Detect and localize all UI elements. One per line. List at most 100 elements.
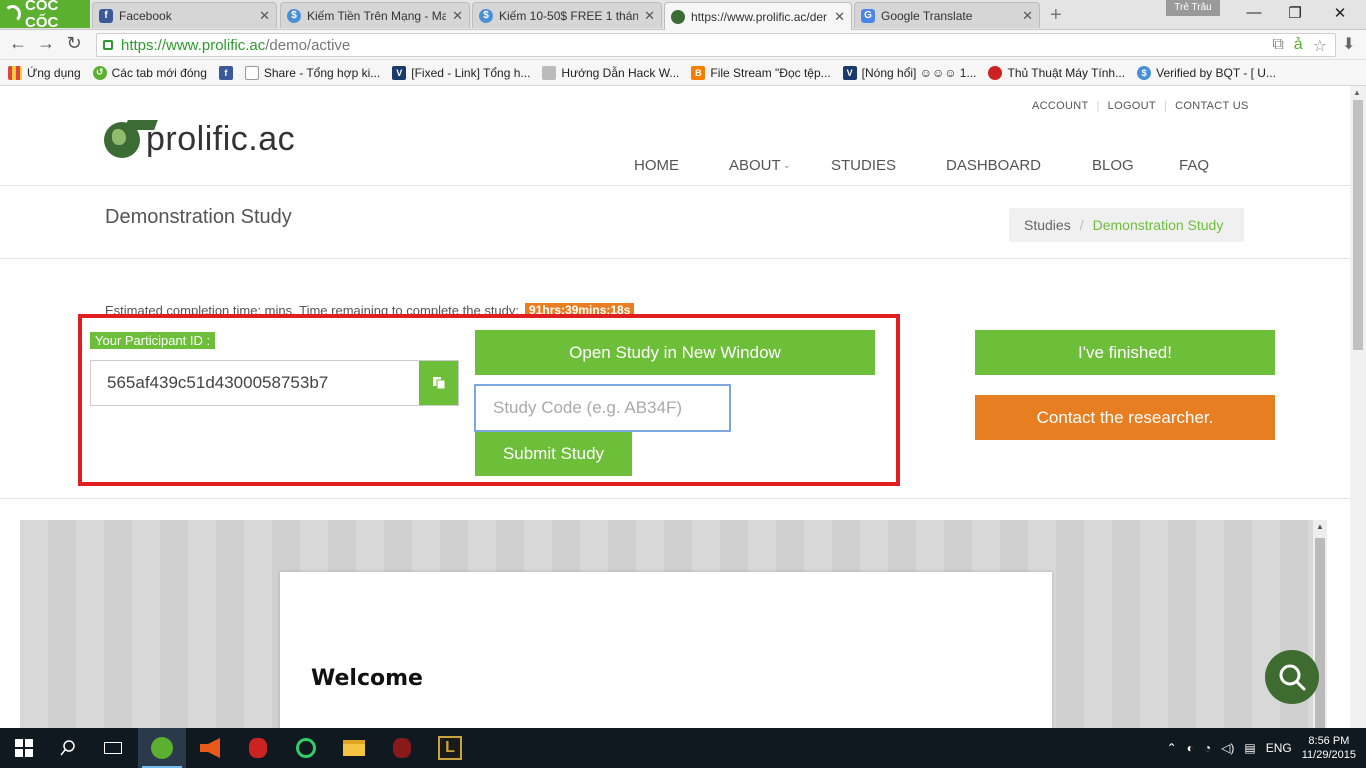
wifi-icon[interactable]: ◔ <box>1204 741 1211 755</box>
nav-studies[interactable]: STUDIES <box>831 157 946 174</box>
start-button[interactable] <box>0 728 48 768</box>
back-arrow-icon[interactable]: ← <box>8 33 28 54</box>
bookmark-label: File Stream "Đọc tệp... <box>710 65 831 80</box>
nav-faq[interactable]: FAQ <box>1179 157 1209 174</box>
minimize-icon[interactable]: — <box>1244 4 1264 21</box>
forward-arrow-icon[interactable]: → <box>36 33 56 54</box>
bookmark-closed-tabs[interactable]: ↺ Các tab mới đóng <box>92 65 207 80</box>
bookmark-facebook[interactable]: f <box>218 65 233 80</box>
network-icon[interactable]: ◐ <box>1187 741 1194 755</box>
breadcrumb-studies[interactable]: Studies <box>1024 217 1071 233</box>
bookmark-file-stream[interactable]: B File Stream "Đọc tệp... <box>691 65 831 80</box>
tab-prolific[interactable]: https://www.prolific.ac/der ✕ <box>664 2 852 30</box>
bookmark-nong-hoi[interactable]: V [Nóng hổi] ☺☺☺ 1... <box>842 65 976 80</box>
game2-taskbar-app[interactable] <box>378 728 426 768</box>
bookmark-apps[interactable]: Ứng dụng <box>8 65 81 80</box>
logout-link[interactable]: LOGOUT <box>1108 100 1156 112</box>
windows-logo-icon <box>15 739 33 757</box>
reload-icon[interactable]: ↻ <box>64 33 84 54</box>
logo-text: prolific.ac <box>146 120 296 158</box>
nav-about[interactable]: ABOUT <box>729 157 783 174</box>
notification-icon[interactable]: ▤ <box>1244 741 1255 755</box>
tab-kiem-10-50[interactable]: $ Kiếm 10-50$ FREE 1 tháng ✕ <box>472 2 662 28</box>
url-host: https://www.prolific.ac <box>121 36 266 54</box>
browser-brand-label: CỐC CỐC <box>25 0 59 31</box>
frame-scrollbar[interactable]: ▲ <box>1313 520 1327 728</box>
web-page: ACCOUNT | LOGOUT | CONTACT US prolific.a… <box>0 86 1350 728</box>
tab-title: Kiếm 10-50$ FREE 1 tháng <box>499 8 639 23</box>
bookmark-thu-thuat[interactable]: Thủ Thuật Máy Tính... <box>988 65 1126 80</box>
tab-title: Google Translate <box>881 8 973 23</box>
close-tab-icon[interactable]: ✕ <box>1022 8 1033 24</box>
window-close-icon[interactable]: ✕ <box>1330 4 1350 22</box>
bookmark-star-icon[interactable]: ☆ <box>1313 36 1327 56</box>
copy-icon <box>432 377 445 390</box>
nav-blog[interactable]: BLOG <box>1092 157 1179 174</box>
facebook-icon: f <box>99 8 113 23</box>
contact-researcher-button[interactable]: Contact the researcher. <box>975 395 1275 440</box>
search-taskbar-button[interactable] <box>48 728 88 768</box>
vietnamese-input-icon[interactable]: ả <box>1294 36 1303 56</box>
bookmark-verified[interactable]: $ Verified by BQT - [ U... <box>1137 65 1276 80</box>
frame-scroll-thumb[interactable] <box>1315 538 1325 728</box>
character-app-icon <box>249 738 267 758</box>
close-tab-icon[interactable]: ✕ <box>259 8 270 24</box>
scroll-up-icon[interactable]: ▲ <box>1353 88 1361 97</box>
explorer-taskbar-app[interactable] <box>330 728 378 768</box>
close-tab-icon[interactable]: ✕ <box>452 8 463 24</box>
search-icon <box>60 740 75 756</box>
account-link[interactable]: ACCOUNT <box>1032 100 1089 112</box>
maximize-icon[interactable]: ❐ <box>1285 4 1305 22</box>
top-links: ACCOUNT | LOGOUT | CONTACT US <box>1032 100 1249 112</box>
chevron-up-icon[interactable]: ⌃ <box>1167 741 1177 755</box>
clock[interactable]: 8:56 PM 11/29/2015 <box>1302 734 1356 762</box>
translate-page-icon[interactable]: ⧉ <box>1272 36 1283 56</box>
prolific-favicon-icon <box>671 9 685 24</box>
search-icon <box>1279 664 1306 691</box>
media-taskbar-app[interactable] <box>186 728 234 768</box>
league-icon: L <box>438 736 462 760</box>
bookmark-fixed-link[interactable]: V [Fixed - Link] Tổng h... <box>392 65 530 80</box>
participant-id-value[interactable]: 565af439c51d4300058753b7 <box>91 361 419 405</box>
study-code-input[interactable] <box>474 384 731 432</box>
breadcrumb-separator: / <box>1079 217 1084 233</box>
language-indicator[interactable]: ENG <box>1266 741 1292 755</box>
task-view-button[interactable] <box>88 728 138 768</box>
task-view-icon <box>104 742 122 754</box>
page-scroll-thumb[interactable] <box>1353 100 1363 350</box>
download-icon[interactable]: ⬇ <box>1342 34 1355 54</box>
tab-facebook[interactable]: f Facebook ✕ <box>92 2 277 28</box>
volume-icon[interactable]: ◁) <box>1221 741 1234 755</box>
search-fab-button[interactable] <box>1265 650 1319 704</box>
coccoc-taskbar-app[interactable] <box>138 728 186 768</box>
page-scrollbar[interactable]: ▲ <box>1350 86 1366 728</box>
folder-icon <box>343 740 365 756</box>
submit-study-button[interactable]: Submit Study <box>475 432 632 476</box>
dollar-site-icon: $ <box>1137 65 1152 80</box>
close-tab-icon[interactable]: ✕ <box>834 9 845 25</box>
divider <box>0 185 1350 186</box>
bookmark-share[interactable]: Share - Tổng hợp ki... <box>244 65 380 80</box>
bookmark-huong-dan[interactable]: Hướng Dẫn Hack W... <box>542 65 679 80</box>
copy-button[interactable] <box>419 361 458 405</box>
finished-button[interactable]: I've finished! <box>975 330 1275 375</box>
contact-us-link[interactable]: CONTACT US <box>1175 100 1249 112</box>
profile-badge[interactable]: Trẻ Trâu <box>1166 0 1220 16</box>
game-taskbar-app[interactable] <box>234 728 282 768</box>
open-study-button[interactable]: Open Study in New Window <box>475 330 875 375</box>
league-taskbar-app[interactable]: L <box>426 728 474 768</box>
bookmark-label: Thủ Thuật Máy Tính... <box>1007 65 1126 80</box>
address-bar[interactable]: https://www.prolific.ac /demo/active ⧉ ả… <box>96 33 1336 57</box>
tab-kiem-tien[interactable]: $ Kiếm Tiền Trên Mạng - Ma ✕ <box>280 2 470 28</box>
tab-title: Facebook <box>119 8 172 23</box>
tab-google-translate[interactable]: G Google Translate ✕ <box>854 2 1040 28</box>
prolific-logo[interactable]: prolific.ac <box>104 106 295 159</box>
browser2-taskbar-app[interactable] <box>282 728 330 768</box>
close-tab-icon[interactable]: ✕ <box>644 8 655 24</box>
nav-dashboard[interactable]: DASHBOARD <box>946 157 1092 174</box>
scroll-up-icon[interactable]: ▲ <box>1316 522 1324 531</box>
divider <box>0 498 1350 499</box>
nav-home[interactable]: HOME <box>634 157 729 174</box>
new-tab-icon[interactable]: + <box>1050 4 1062 27</box>
browser-brand-button[interactable]: CỐC CỐC <box>0 0 90 31</box>
